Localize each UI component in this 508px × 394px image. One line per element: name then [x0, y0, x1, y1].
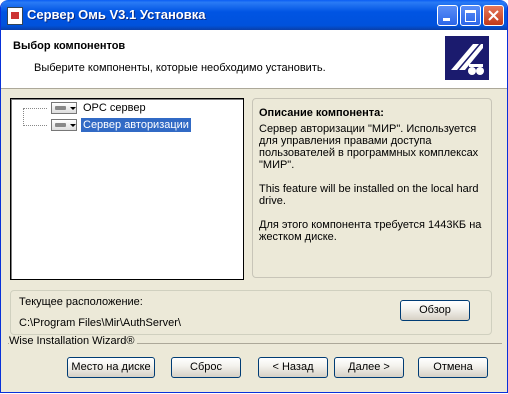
page-title: Выбор компонентов — [13, 40, 126, 52]
browse-button[interactable]: Обзор — [400, 300, 470, 321]
page-subtitle: Выберите компоненты, которые необходимо … — [34, 62, 326, 74]
tree-item-label: Сервер авторизации — [81, 118, 191, 132]
tree-line — [23, 108, 47, 109]
close-icon — [488, 10, 499, 21]
drive-dropdown-icon[interactable] — [51, 119, 77, 131]
location-path: C:\Program Files\Mir\AuthServer\ — [19, 317, 181, 329]
drive-dropdown-icon[interactable] — [51, 102, 77, 114]
next-button[interactable]: Далее > — [334, 357, 404, 378]
cancel-button[interactable]: Отмена — [418, 357, 488, 378]
description-panel: Описание компонента: Сервер авторизации … — [252, 98, 492, 278]
reset-button[interactable]: Сброс — [171, 357, 241, 378]
description-text: Сервер авторизации "МИР". Используется д… — [259, 123, 479, 171]
minimize-button[interactable] — [437, 5, 458, 26]
installer-icon — [7, 7, 23, 25]
maximize-button[interactable] — [460, 5, 481, 26]
tree-item-label: OPC сервер — [83, 102, 146, 114]
title-bar[interactable]: Сервер Омь V3.1 Установка — [1, 0, 507, 30]
install-note: This feature will be installed on the lo… — [259, 183, 479, 207]
window-title: Сервер Омь V3.1 Установка — [27, 7, 206, 22]
disk-usage-button[interactable]: Место на диске — [67, 357, 155, 378]
space-note: Для этого компонента требуется 1443КБ на… — [259, 219, 482, 243]
wise-logo-icon — [445, 36, 489, 80]
wizard-header: Выбор компонентов Выберите компоненты, к… — [1, 30, 507, 89]
close-button[interactable] — [483, 5, 504, 26]
description-title: Описание компонента: — [259, 107, 384, 119]
tree-line — [23, 108, 25, 126]
wise-brand-label: Wise Installation Wizard® — [9, 335, 138, 347]
back-button[interactable]: < Назад — [258, 357, 328, 378]
tree-line — [23, 125, 47, 126]
description-body: Сервер авторизации "МИР". Используется д… — [259, 123, 485, 255]
location-label: Текущее расположение: — [19, 296, 143, 308]
installer-window: Сервер Омь V3.1 Установка Выбор компонен… — [0, 0, 508, 393]
